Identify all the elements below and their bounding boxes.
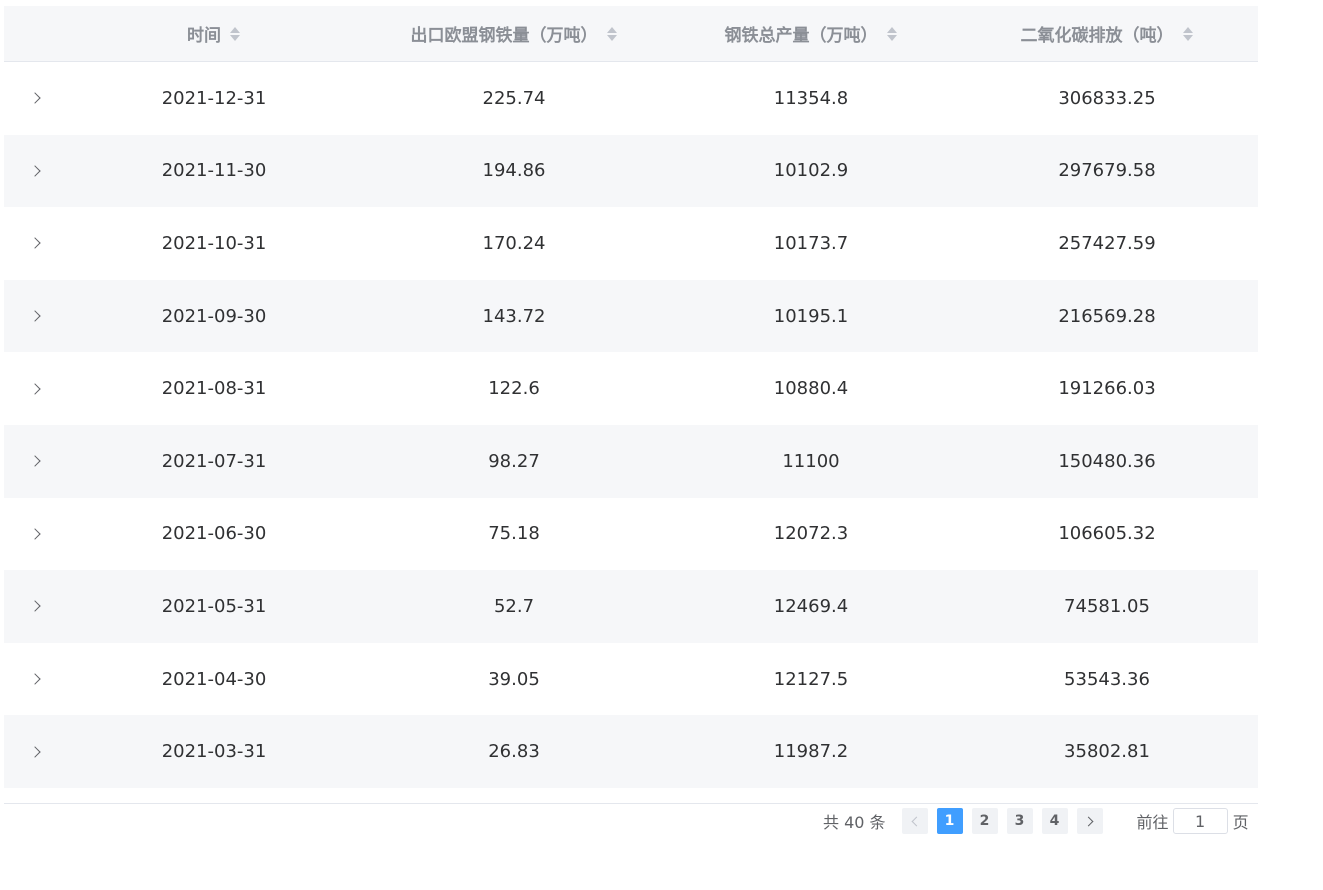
cell-eu-export: 143.72 — [482, 305, 546, 327]
expand-cell[interactable] — [4, 383, 66, 395]
cell-co2: 35802.81 — [1064, 741, 1150, 763]
table-body: 2021-12-31 225.74 11354.8 306833.25 2021… — [4, 62, 1258, 788]
cell-co2: 53543.36 — [1064, 668, 1150, 690]
sort-icon[interactable] — [606, 25, 618, 43]
chevron-right-icon[interactable] — [29, 165, 41, 177]
chevron-right-icon[interactable] — [29, 92, 41, 104]
cell-date: 2021-09-30 — [161, 305, 267, 327]
cell-co2: 150480.36 — [1058, 450, 1156, 472]
cell-eu-export: 122.6 — [488, 378, 540, 400]
cell-total-output: 11354.8 — [773, 87, 849, 109]
chevron-right-icon[interactable] — [29, 745, 41, 758]
page-button-4[interactable]: 4 — [1041, 808, 1068, 834]
table-header: 时间 出口欧盟钢铁量（万吨） 钢铁总产量（万吨） 二氧化碳排放（吨） — [4, 6, 1258, 62]
page-button-1[interactable]: 1 — [936, 808, 963, 834]
cell-date: 2021-11-30 — [161, 160, 267, 182]
chevron-right-icon[interactable] — [29, 600, 41, 613]
cell-eu-export: 194.86 — [482, 160, 546, 182]
page-button-3[interactable]: 3 — [1006, 808, 1033, 834]
cell-total-output: 12072.3 — [773, 523, 849, 545]
cell-co2: 306833.25 — [1058, 87, 1156, 109]
expand-cell[interactable] — [4, 528, 66, 540]
chevron-right-icon — [1083, 816, 1093, 826]
pagination-total: 共 40 条 — [823, 813, 886, 832]
column-header-eu-export[interactable]: 出口欧盟钢铁量（万吨） — [362, 21, 666, 46]
cell-co2: 216569.28 — [1058, 305, 1156, 327]
expand-cell[interactable] — [4, 310, 66, 322]
chevron-right-icon[interactable] — [29, 237, 41, 250]
cell-co2: 297679.58 — [1058, 160, 1156, 182]
cell-eu-export: 52.7 — [493, 595, 535, 617]
cell-date: 2021-07-31 — [161, 450, 267, 472]
column-header-time[interactable]: 时间 — [66, 21, 362, 46]
cell-co2: 191266.03 — [1058, 378, 1156, 400]
table-row: 2021-11-30 194.86 10102.9 297679.58 — [4, 134, 1258, 208]
cell-co2: 74581.05 — [1064, 595, 1150, 617]
goto-suffix: 页 — [1232, 813, 1249, 832]
cell-eu-export: 170.24 — [482, 232, 546, 254]
cell-eu-export: 225.74 — [482, 87, 546, 109]
goto-label: 前往 — [1136, 813, 1169, 832]
table-footer-divider — [4, 803, 1258, 804]
column-header-label: 钢铁总产量（万吨） — [724, 26, 878, 46]
table-row: 2021-05-31 52.7 12469.4 74581.05 — [4, 570, 1258, 643]
cell-total-output: 11987.2 — [773, 741, 849, 763]
expand-cell[interactable] — [4, 165, 66, 177]
sort-icon[interactable] — [229, 25, 241, 43]
chevron-right-icon[interactable] — [29, 310, 41, 322]
page-button-2[interactable]: 2 — [971, 808, 998, 834]
cell-total-output: 11100 — [782, 450, 840, 472]
cell-eu-export: 75.18 — [488, 523, 540, 545]
goto-page-input[interactable] — [1172, 808, 1228, 834]
sort-icon[interactable] — [1182, 25, 1194, 43]
table-row: 2021-08-31 122.6 10880.4 191266.03 — [4, 352, 1258, 425]
cell-total-output: 10102.9 — [773, 160, 849, 182]
chevron-right-icon[interactable] — [29, 528, 41, 540]
cell-date: 2021-12-31 — [161, 87, 267, 109]
cell-total-output: 10195.1 — [773, 305, 849, 327]
table-row: 2021-12-31 225.74 11354.8 306833.25 — [4, 62, 1258, 135]
cell-date: 2021-06-30 — [161, 523, 267, 545]
expand-cell[interactable] — [4, 600, 66, 613]
chevron-right-icon[interactable] — [29, 673, 41, 685]
cell-total-output: 12127.5 — [773, 668, 849, 690]
cell-date: 2021-08-31 — [161, 378, 267, 400]
cell-eu-export: 26.83 — [488, 741, 540, 763]
cell-date: 2021-10-31 — [161, 232, 267, 254]
cell-co2: 106605.32 — [1058, 523, 1156, 545]
expand-cell[interactable] — [4, 745, 66, 758]
column-header-label: 时间 — [187, 26, 221, 46]
pagination: 共 40 条 1 2 3 4 前往 页 — [820, 808, 1249, 834]
cell-total-output: 10173.7 — [773, 232, 849, 254]
column-header-label: 二氧化碳排放（吨） — [1020, 26, 1174, 46]
cell-co2: 257427.59 — [1058, 232, 1156, 254]
cell-total-output: 12469.4 — [773, 595, 849, 617]
table-row: 2021-06-30 75.18 12072.3 106605.32 — [4, 498, 1258, 571]
data-table: 时间 出口欧盟钢铁量（万吨） 钢铁总产量（万吨） 二氧化碳排放（吨） 2021-… — [4, 6, 1258, 788]
table-row: 2021-03-31 26.83 11987.2 35802.81 — [4, 715, 1258, 788]
next-page-button[interactable] — [1076, 808, 1103, 834]
cell-total-output: 10880.4 — [773, 378, 849, 400]
column-header-total-output[interactable]: 钢铁总产量（万吨） — [666, 21, 956, 46]
sort-icon[interactable] — [886, 25, 898, 43]
table-row: 2021-09-30 143.72 10195.1 216569.28 — [4, 279, 1258, 353]
expand-cell[interactable] — [4, 455, 66, 467]
cell-eu-export: 98.27 — [488, 450, 540, 472]
column-header-co2[interactable]: 二氧化碳排放（吨） — [956, 21, 1258, 46]
expand-cell[interactable] — [4, 673, 66, 685]
chevron-right-icon[interactable] — [29, 383, 41, 395]
table-row: 2021-07-31 98.27 11100 150480.36 — [4, 424, 1258, 498]
cell-eu-export: 39.05 — [488, 668, 540, 690]
expand-cell[interactable] — [4, 237, 66, 250]
cell-date: 2021-03-31 — [161, 741, 267, 763]
cell-date: 2021-05-31 — [161, 595, 267, 617]
table-row: 2021-04-30 39.05 12127.5 53543.36 — [4, 643, 1258, 716]
table-row: 2021-10-31 170.24 10173.7 257427.59 — [4, 207, 1258, 280]
column-header-label: 出口欧盟钢铁量（万吨） — [410, 26, 598, 46]
chevron-left-icon — [911, 816, 921, 826]
prev-page-button[interactable] — [901, 808, 928, 834]
chevron-right-icon[interactable] — [29, 455, 41, 467]
expand-cell[interactable] — [4, 92, 66, 104]
cell-date: 2021-04-30 — [161, 668, 267, 690]
